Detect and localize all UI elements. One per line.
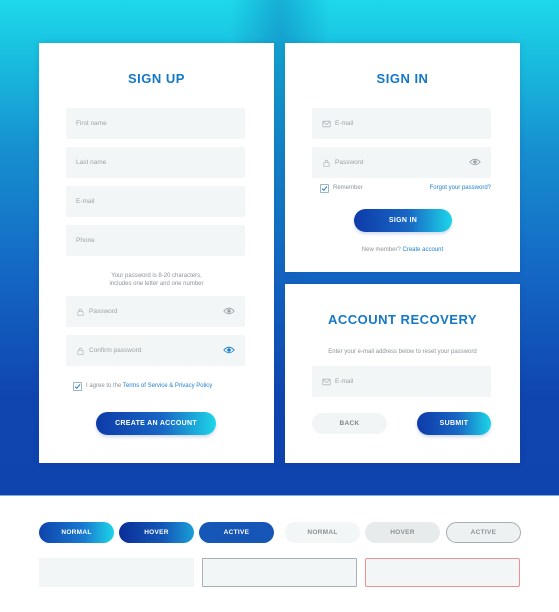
recovery-title: ACCOUNT RECOVERY xyxy=(327,312,478,327)
mail-icon xyxy=(322,120,331,127)
signin-password-field[interactable]: Password xyxy=(312,147,491,178)
terms-link[interactable]: Terms of Service & Privacy Policy xyxy=(123,383,212,389)
lock-icon xyxy=(323,159,330,167)
confirm-password-field[interactable]: Confirm password xyxy=(66,335,245,366)
light-button-state-active[interactable]: ACTIVE xyxy=(446,522,521,543)
email-placeholder: E-mail xyxy=(76,198,95,205)
phone-placeholder: Phone xyxy=(76,237,95,244)
recovery-card: ACCOUNT RECOVERY Enter your e-mail addre… xyxy=(285,284,520,463)
forgot-password-link[interactable]: Forgot your password? xyxy=(430,185,491,191)
lock-icon xyxy=(77,347,84,355)
eye-icon[interactable] xyxy=(223,345,235,355)
create-account-link[interactable]: Create account xyxy=(402,247,443,253)
agree-text: I agree to the Terms of Service & Privac… xyxy=(86,383,212,389)
button-state-active[interactable]: ACTIVE xyxy=(199,522,274,543)
signin-card: SIGN IN E-mail Password Remember Forgot … xyxy=(285,43,520,272)
checkmark-icon xyxy=(74,384,81,390)
signin-password-placeholder: Password xyxy=(335,159,364,166)
last-name-field[interactable]: Last name xyxy=(66,147,245,178)
password-hint-line2: includes one letter and one number xyxy=(109,281,204,287)
new-member-prefix: New member? xyxy=(361,247,403,253)
recovery-email-field[interactable]: E-mail xyxy=(312,366,491,397)
eye-icon[interactable] xyxy=(469,157,481,167)
first-name-field[interactable]: First name xyxy=(66,108,245,139)
recovery-instruction: Enter your e-mail address below to reset… xyxy=(328,349,477,355)
signin-email-placeholder: E-mail xyxy=(335,120,354,127)
last-name-placeholder: Last name xyxy=(76,159,107,166)
password-field[interactable]: Password xyxy=(66,296,245,327)
button-state-hover[interactable]: HOVER xyxy=(119,522,194,543)
button-state-normal[interactable]: NORMAL xyxy=(39,522,114,543)
divider xyxy=(0,495,559,496)
mail-icon xyxy=(322,378,331,385)
signin-email-field[interactable]: E-mail xyxy=(312,108,491,139)
new-member-text: New member? Create account xyxy=(285,247,520,253)
agree-checkbox[interactable] xyxy=(73,382,82,391)
back-button[interactable]: BACK xyxy=(312,413,387,434)
remember-checkbox[interactable] xyxy=(320,184,329,193)
submit-button[interactable]: SUBMIT xyxy=(417,412,491,435)
checkmark-icon xyxy=(321,186,328,192)
light-button-state-hover[interactable]: HOVER xyxy=(365,522,440,543)
field-state-focus[interactable] xyxy=(202,558,357,587)
recovery-email-placeholder: E-mail xyxy=(335,378,354,385)
lock-icon xyxy=(77,308,84,316)
signup-card: SIGN UP First name Last name E-mail Phon… xyxy=(39,43,274,463)
create-account-button[interactable]: CREATE AN ACCOUNT xyxy=(96,412,216,435)
field-state-normal[interactable] xyxy=(39,558,194,587)
light-button-state-normal[interactable]: NORMAL xyxy=(285,522,360,543)
remember-label: Remember xyxy=(333,185,363,191)
field-state-error[interactable] xyxy=(365,558,520,587)
first-name-placeholder: First name xyxy=(76,120,107,127)
signup-title: SIGN UP xyxy=(128,71,185,86)
password-placeholder: Password xyxy=(89,308,118,315)
confirm-password-placeholder: Confirm password xyxy=(89,347,142,354)
signin-title: SIGN IN xyxy=(376,71,429,86)
phone-field[interactable]: Phone xyxy=(66,225,245,256)
eye-icon[interactable] xyxy=(223,306,235,316)
email-field[interactable]: E-mail xyxy=(66,186,245,217)
password-hint-line1: Your password is 8-20 characters, xyxy=(111,273,202,279)
signin-button[interactable]: SIGN IN xyxy=(354,209,452,232)
agree-prefix: I agree to the xyxy=(86,383,123,389)
